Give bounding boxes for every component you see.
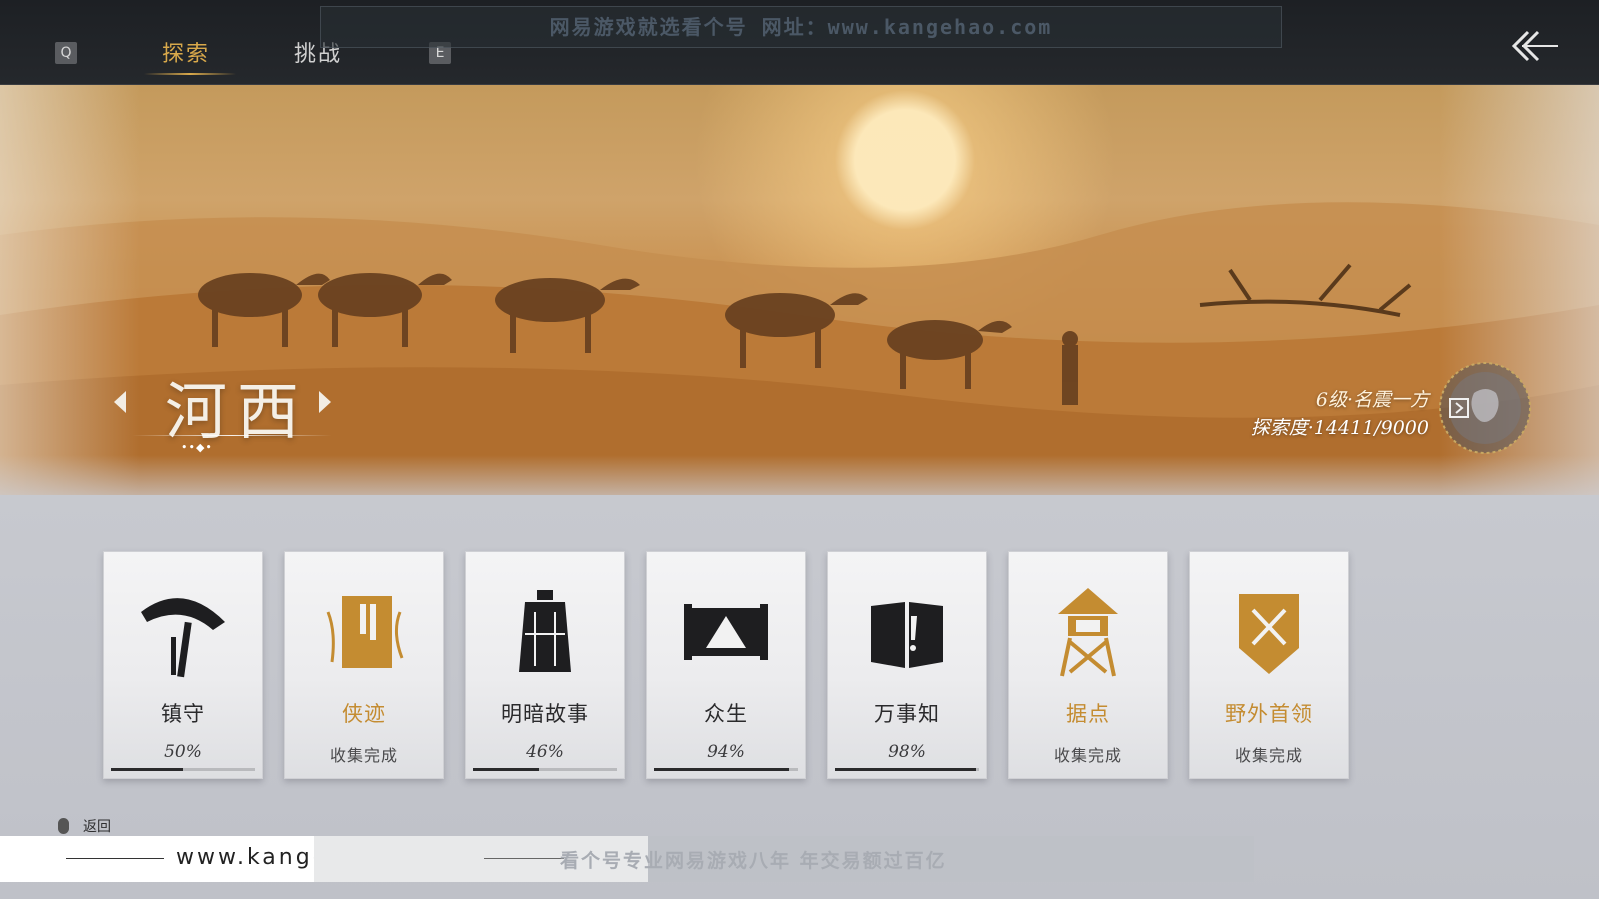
card-title: 侠迹	[342, 702, 386, 726]
card-progress-text: 94%	[707, 742, 745, 762]
card-field-boss[interactable]: 野外首领 收集完成	[1189, 551, 1349, 779]
watermark-banner: 网易游戏就选看个号 网址：www.kangehao.com	[320, 6, 1282, 48]
region-banner: 河西 ••◆• 6级·名震一方 探索度·14411/9000	[0, 85, 1599, 495]
progress-bar-fill	[654, 768, 790, 771]
card-status-text: 收集完成	[1053, 746, 1122, 765]
scroll-painting-icon	[684, 604, 768, 660]
progress-bar	[835, 768, 979, 771]
footer-tagline: 看个号专业网易游戏八年 年交易额过百亿	[560, 850, 947, 872]
region-page-dots: ••◆•	[181, 441, 213, 454]
card-progress-text: 46%	[526, 742, 564, 762]
back-hint[interactable]: 返回	[58, 816, 111, 836]
tab-explore[interactable]: 探索	[162, 36, 210, 68]
card-people[interactable]: 众生 94%	[646, 551, 806, 779]
card-title: 万事知	[874, 702, 940, 726]
card-status-text: 收集完成	[1234, 746, 1303, 765]
card-title: 野外首领	[1225, 702, 1313, 726]
banner-fade-bottom	[0, 455, 1599, 495]
card-progress-text: 50%	[164, 742, 202, 762]
exploration-emblem-icon[interactable]	[1436, 359, 1534, 457]
region-name: 河西	[165, 375, 310, 448]
progress-bar-fill	[473, 768, 540, 771]
card-stronghold[interactable]: 据点 收集完成	[1008, 551, 1168, 779]
card-status-text: 收集完成	[329, 746, 398, 765]
crossed-swords-banner-icon	[1239, 594, 1299, 674]
progress-bar	[654, 768, 798, 771]
open-book-icon	[871, 602, 943, 668]
card-story[interactable]: 明暗故事 46%	[465, 551, 625, 779]
card-guard[interactable]: 镇守 50%	[103, 551, 263, 779]
exploration-progress-text: 探索度·14411/9000	[1250, 417, 1429, 439]
card-knowledge[interactable]: 万事知 98%	[827, 551, 987, 779]
region-divider	[132, 435, 332, 436]
book-icon	[326, 596, 404, 668]
back-label: 返回	[83, 819, 111, 835]
progress-bar	[473, 768, 617, 771]
card-progress-text: 98%	[888, 742, 926, 762]
divider-line	[484, 858, 564, 859]
back-arrow-icon[interactable]	[1508, 26, 1560, 66]
prev-region-arrow-icon[interactable]	[108, 387, 132, 417]
bell-icon	[519, 590, 571, 672]
progress-bar-fill	[835, 768, 977, 771]
divider-line	[66, 858, 164, 859]
key-hint-q: Q	[55, 42, 77, 64]
next-region-arrow-icon[interactable]	[313, 387, 337, 417]
tab-active-underline	[144, 73, 236, 75]
footer-site-panel: www.kangehao.com	[0, 836, 442, 882]
watchtower-icon	[1058, 588, 1118, 677]
card-title: 明暗故事	[501, 702, 589, 726]
mouse-icon	[58, 818, 69, 834]
progress-bar-fill	[111, 768, 183, 771]
hat-sword-icon	[141, 598, 225, 678]
card-hero-trace[interactable]: 侠迹 收集完成	[284, 551, 444, 779]
region-level-text: 6级·名震一方	[1315, 389, 1429, 411]
banner-fade-left	[0, 85, 140, 495]
card-title: 众生	[704, 702, 748, 726]
card-title: 据点	[1066, 702, 1110, 726]
card-title: 镇守	[161, 702, 205, 726]
progress-bar	[111, 768, 255, 771]
top-bar: Q 探索 挑战 E 网易游戏就选看个号 网址：www.kangehao.com	[0, 0, 1599, 85]
